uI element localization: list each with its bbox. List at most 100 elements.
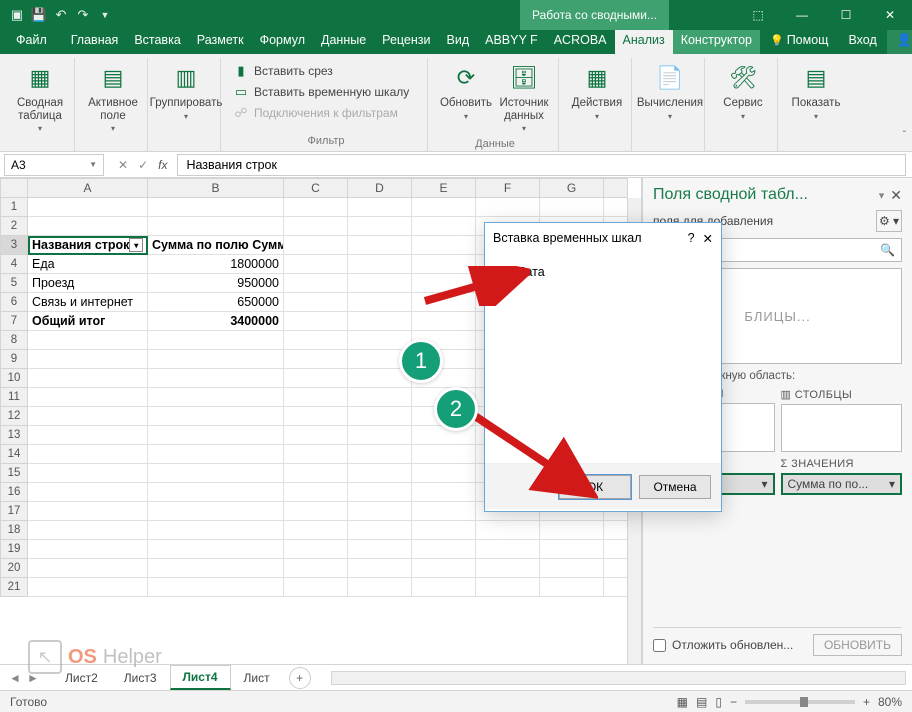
update-button[interactable]: ОБНОВИТЬ	[813, 634, 902, 656]
insert-timeline-button[interactable]: ▭Вставить временную шкалу	[231, 83, 421, 101]
pane-options-icon[interactable]: ▾	[879, 189, 885, 202]
row-10[interactable]: 10	[0, 369, 28, 388]
cell-B6[interactable]: 650000	[148, 293, 284, 312]
view-page-icon[interactable]: ▤	[696, 695, 707, 709]
col-E[interactable]: E	[412, 178, 476, 198]
group-button[interactable]: ▥ Группировать▾	[158, 58, 214, 125]
zoom-level[interactable]: 80%	[878, 695, 902, 709]
row-16[interactable]: 16	[0, 483, 28, 502]
dialog-cancel-button[interactable]: Отмена	[639, 475, 711, 499]
select-all-corner[interactable]	[0, 178, 28, 198]
sheet-tab-4[interactable]: Лист4	[170, 665, 231, 690]
horizontal-scrollbar[interactable]	[331, 671, 906, 685]
refresh-button[interactable]: ⟳Обновить▾	[438, 58, 494, 138]
cell-B3[interactable]: Сумма по полю Сумма	[148, 236, 284, 255]
fx-icon[interactable]: fx	[158, 158, 167, 172]
row-15[interactable]: 15	[0, 464, 28, 483]
row-18[interactable]: 18	[0, 521, 28, 540]
pane-close-icon[interactable]: ✕	[890, 187, 902, 204]
col-G[interactable]: G	[540, 178, 604, 198]
tab-review[interactable]: Рецензи	[374, 30, 438, 54]
cell-A4[interactable]: Еда	[28, 255, 148, 274]
row-1[interactable]: 1	[0, 198, 28, 217]
collapse-ribbon-icon[interactable]: ˇ	[903, 130, 906, 141]
new-sheet-button[interactable]: +	[289, 667, 311, 689]
actions-button[interactable]: ▦Действия▾	[569, 58, 625, 125]
dialog-help-icon[interactable]: ?	[688, 231, 695, 245]
minimize-icon[interactable]: —	[780, 0, 824, 30]
tab-design[interactable]: Конструктор	[673, 30, 760, 54]
sheet-nav-left-icon[interactable]: ◄	[6, 671, 24, 685]
row-21[interactable]: 21	[0, 578, 28, 597]
tab-layout[interactable]: Разметк	[189, 30, 252, 54]
row-6[interactable]: 6	[0, 293, 28, 312]
zoom-slider[interactable]	[745, 700, 855, 704]
cancel-formula-icon[interactable]: ✕	[118, 158, 128, 172]
share-button[interactable]: 👤 Общий доступ	[887, 30, 912, 54]
qat-dropdown-icon[interactable]: ▼	[94, 4, 116, 26]
pivot-table-button[interactable]: ▦ Сводная таблица▾	[12, 58, 68, 138]
tab-formulas[interactable]: Формул	[252, 30, 313, 54]
row-11[interactable]: 11	[0, 388, 28, 407]
gear-icon[interactable]: ⚙ ▾	[876, 210, 902, 232]
cell-A6[interactable]: Связь и интернет	[28, 293, 148, 312]
col-D[interactable]: D	[348, 178, 412, 198]
show-button[interactable]: ▤Показать▾	[788, 58, 844, 125]
sheet-tab-1[interactable]: Лист	[231, 666, 283, 689]
cell-A3[interactable]: Названия строк▾	[28, 236, 148, 255]
row-7[interactable]: 7	[0, 312, 28, 331]
row-19[interactable]: 19	[0, 540, 28, 559]
row-4[interactable]: 4	[0, 255, 28, 274]
name-box[interactable]: A3▼	[4, 154, 104, 176]
insert-slicer-button[interactable]: ▮Вставить срез	[231, 62, 421, 80]
row-3[interactable]: 3	[0, 236, 28, 255]
view-normal-icon[interactable]: ▦	[677, 695, 688, 709]
sign-in[interactable]: Вход	[838, 30, 886, 54]
formula-input[interactable]: Названия строк	[177, 154, 906, 176]
col-C[interactable]: C	[284, 178, 348, 198]
tab-acrobat[interactable]: ACROBA	[546, 30, 615, 54]
defer-checkbox[interactable]	[653, 639, 666, 652]
tab-analyze[interactable]: Анализ	[615, 30, 673, 54]
row-14[interactable]: 14	[0, 445, 28, 464]
row-12[interactable]: 12	[0, 407, 28, 426]
calculations-button[interactable]: 📄Вычисления▾	[642, 58, 698, 125]
tab-home[interactable]: Главная	[63, 30, 127, 54]
cell-B5[interactable]: 950000	[148, 274, 284, 293]
close-icon[interactable]: ✕	[868, 0, 912, 30]
active-field-button[interactable]: ▤ Активное поле▾	[85, 58, 141, 138]
row-2[interactable]: 2	[0, 217, 28, 236]
row-8[interactable]: 8	[0, 331, 28, 350]
col-F[interactable]: F	[476, 178, 540, 198]
tools-button[interactable]: 🛠Сервис▾	[715, 58, 771, 125]
cell-A5[interactable]: Проезд	[28, 274, 148, 293]
col-overflow[interactable]	[604, 178, 628, 198]
col-B[interactable]: B	[148, 178, 284, 198]
row-5[interactable]: 5	[0, 274, 28, 293]
tab-file[interactable]: Файл	[0, 30, 63, 54]
zoom-in-icon[interactable]: +	[863, 695, 870, 709]
enter-formula-icon[interactable]: ✓	[138, 158, 148, 172]
filter-dropdown-icon[interactable]: ▾	[129, 238, 143, 252]
dialog-close-icon[interactable]: ✕	[703, 231, 713, 246]
ribbon-options-icon[interactable]: ⬚	[736, 0, 780, 30]
row-9[interactable]: 9	[0, 350, 28, 369]
filter-connections-button[interactable]: ☍Подключения к фильтрам	[231, 104, 421, 122]
cell-A7[interactable]: Общий итог	[28, 312, 148, 331]
change-source-button[interactable]: 🗄Источник данных▾	[496, 58, 552, 138]
tab-view[interactable]: Вид	[439, 30, 478, 54]
row-17[interactable]: 17	[0, 502, 28, 521]
undo-icon[interactable]: ↶	[50, 4, 72, 26]
redo-icon[interactable]: ↷	[72, 4, 94, 26]
cell-B7[interactable]: 3400000	[148, 312, 284, 331]
row-13[interactable]: 13	[0, 426, 28, 445]
zoom-out-icon[interactable]: −	[730, 695, 737, 709]
col-A[interactable]: A	[28, 178, 148, 198]
cell-B4[interactable]: 1800000	[148, 255, 284, 274]
tell-me[interactable]: Помощ	[760, 30, 838, 54]
area-values[interactable]: Σ ЗНАЧЕНИЯ Сумма по по...▾	[781, 458, 903, 516]
tab-abbyy[interactable]: ABBYY F	[477, 30, 546, 54]
save-icon[interactable]: 💾	[28, 4, 50, 26]
row-20[interactable]: 20	[0, 559, 28, 578]
maximize-icon[interactable]: ☐	[824, 0, 868, 30]
